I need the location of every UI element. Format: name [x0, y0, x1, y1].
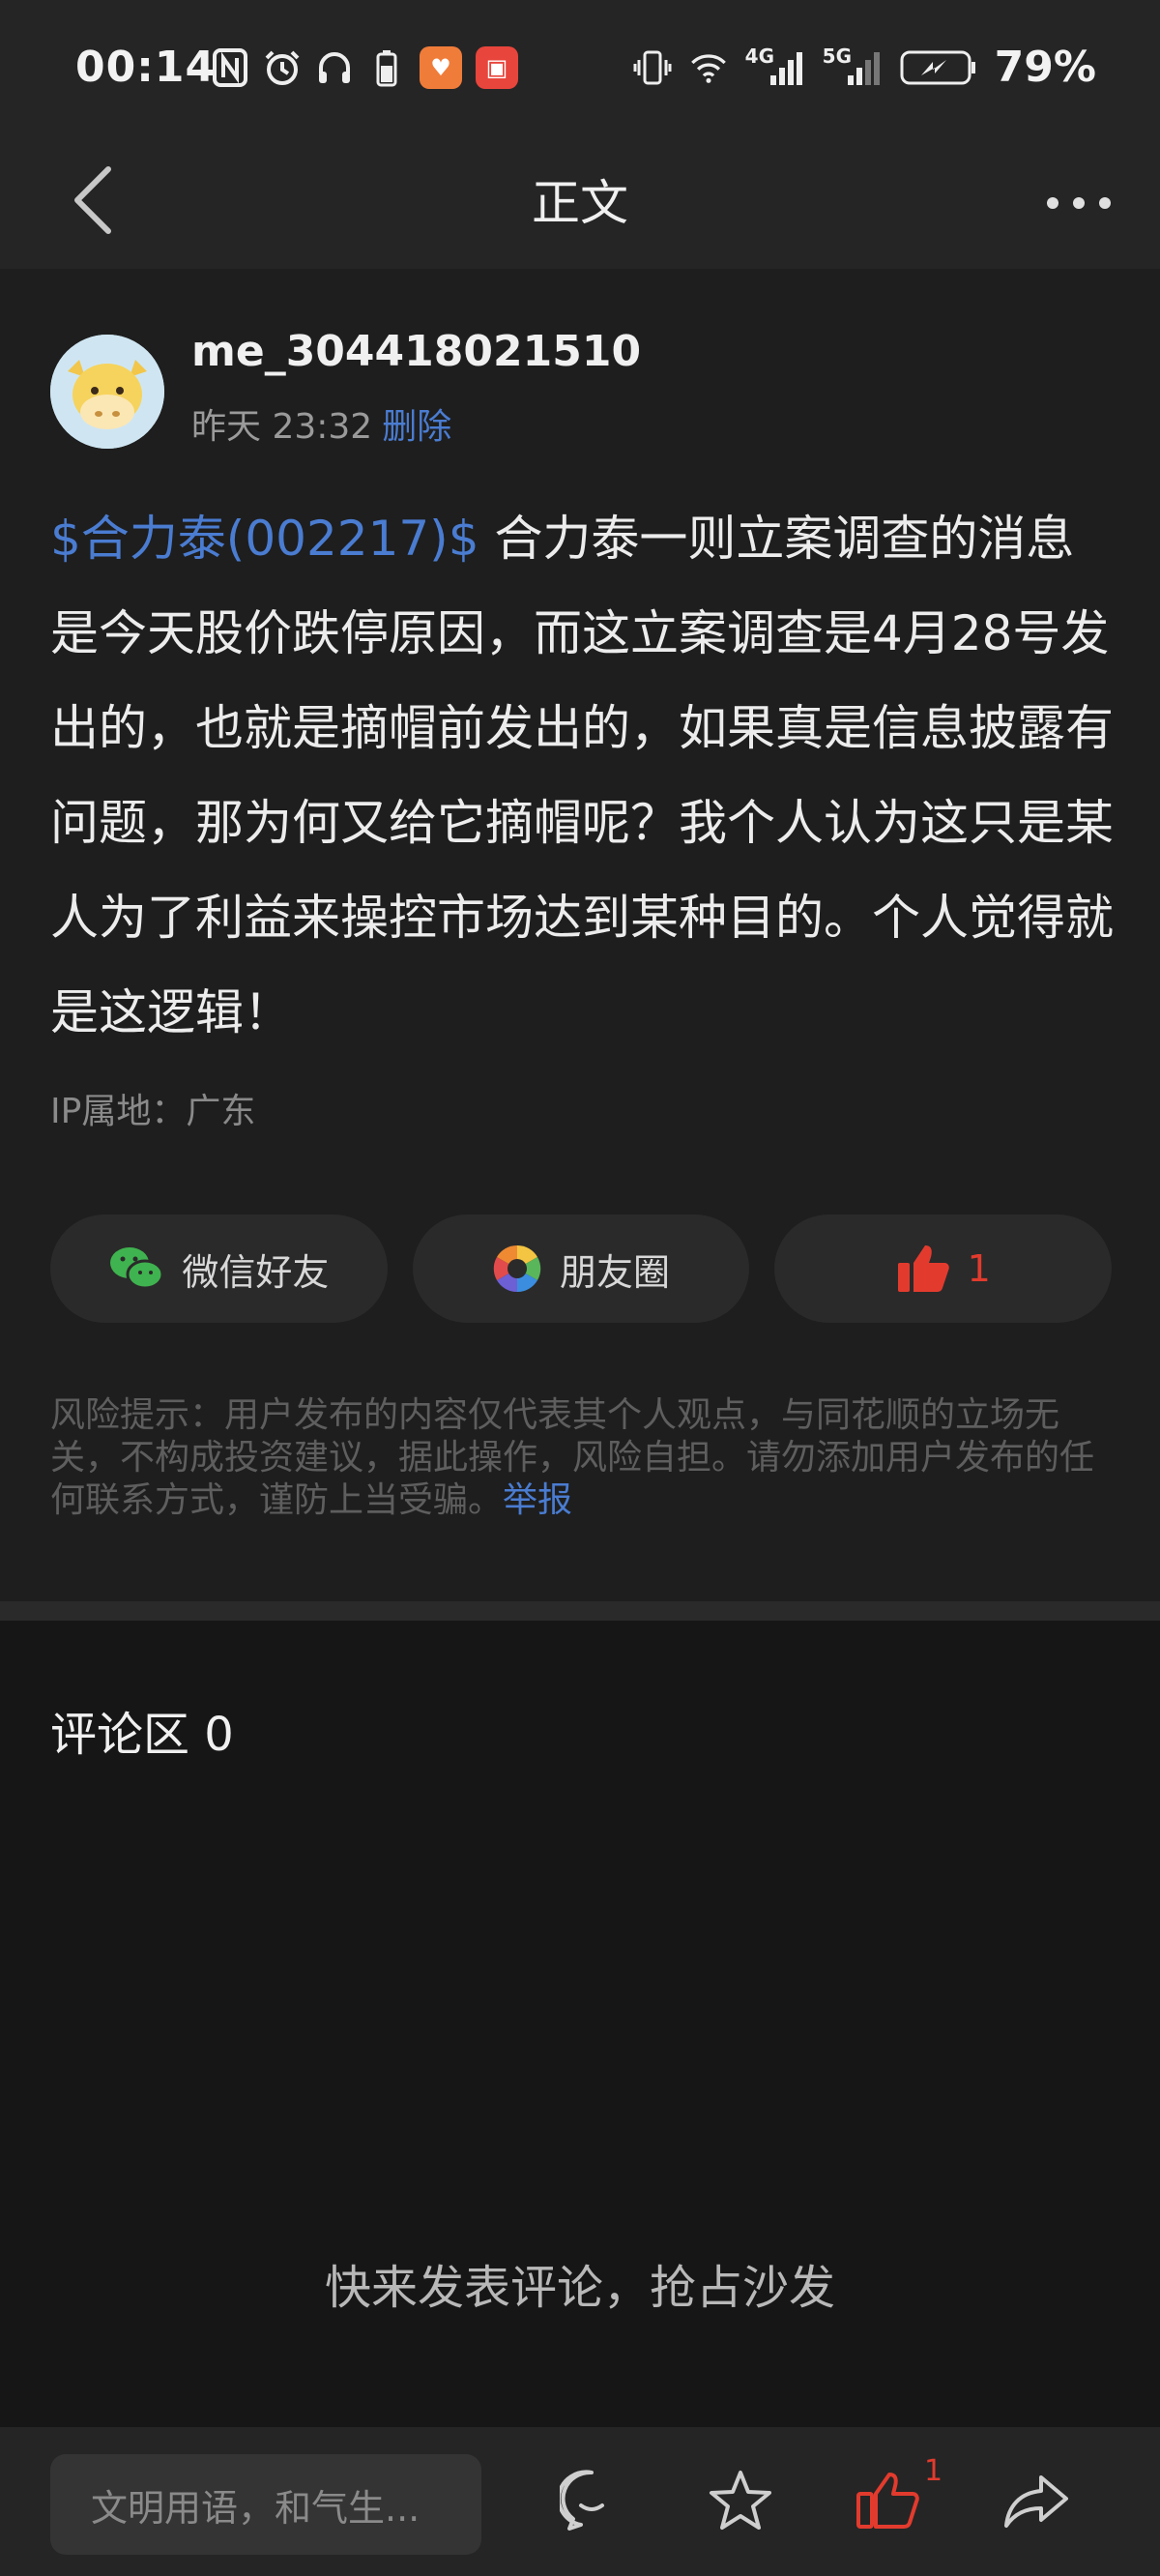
comments-title: 评论区 0	[50, 1708, 234, 1762]
share-arrow-icon	[1004, 2475, 1068, 2528]
share-row: 微信好友 朋友圈 1	[50, 1215, 1113, 1323]
stock-tag-link[interactable]: $合力泰(002217)$	[50, 511, 479, 567]
share-moments-button[interactable]: 朋友圈	[412, 1215, 750, 1323]
bottom-action-bar: 文明用语，和气生... 1	[0, 2427, 1160, 2576]
battery-saver-icon	[367, 48, 406, 87]
status-icons-right: 4G 5G 79%	[633, 43, 1096, 92]
nfc-icon	[211, 48, 249, 87]
moments-icon	[493, 1244, 541, 1293]
share-wechat-button[interactable]: 微信好友	[50, 1215, 388, 1323]
cow-avatar-icon	[50, 335, 164, 449]
alarm-icon	[263, 48, 302, 87]
post-meta: 昨天 23:32 删除	[191, 398, 451, 449]
post-timestamp: 昨天 23:32	[191, 407, 373, 447]
bottom-like-count: 1	[924, 2454, 943, 2488]
favorite-button[interactable]	[702, 2462, 779, 2539]
risk-notice: 风险提示：用户发布的内容仅代表其个人观点，与同花顺的立场无关，不构成投资建议，据…	[50, 1394, 1114, 1522]
star-icon	[710, 2471, 771, 2530]
share-button[interactable]	[998, 2462, 1075, 2539]
app-notification-heart-icon: ♥	[420, 46, 462, 89]
wechat-icon	[110, 1247, 164, 1290]
wifi-icon	[689, 48, 728, 87]
nav-bar: 正文	[0, 135, 1160, 269]
signal-4g-icon: 4G	[745, 44, 805, 87]
more-dots-icon	[1047, 197, 1111, 209]
share-wechat-label: 微信好友	[182, 1250, 330, 1294]
delete-button[interactable]: 删除	[382, 407, 451, 447]
thumbs-up-icon	[897, 1245, 949, 1292]
status-icons-left: ♥ ▣	[211, 46, 518, 89]
headphones-icon	[315, 48, 354, 87]
like-count: 1	[967, 1247, 991, 1290]
like-button[interactable]: 1	[774, 1215, 1113, 1323]
comment-bubble-icon	[560, 2470, 604, 2531]
section-divider	[0, 1601, 1160, 1621]
post-text: 合力泰一则立案调查的消息是今天股价跌停原因，而这立案调查是4月28号发出的，也就…	[50, 511, 1114, 1040]
comment-button[interactable]	[553, 2462, 630, 2539]
signal-5g-icon: 5G	[823, 44, 883, 87]
post-content: $合力泰(002217)$ 合力泰一则立案调查的消息是今天股价跌停原因，而这立案…	[50, 491, 1114, 1060]
avatar[interactable]	[50, 335, 164, 449]
comment-input[interactable]: 文明用语，和气生...	[50, 2454, 481, 2555]
thumbs-up-outline-icon	[856, 2473, 919, 2529]
status-bar: 00:14 ♥ ▣ 4G 5G 79%	[0, 0, 1160, 135]
more-options-button[interactable]	[1040, 174, 1117, 232]
post-card: me_304418021510 昨天 23:32 删除 $合力泰(002217)$…	[0, 269, 1160, 1601]
status-time: 00:14	[75, 43, 217, 92]
report-link[interactable]: 举报	[503, 1480, 572, 1520]
ip-location: IP属地：广东	[50, 1092, 256, 1131]
page-title: 正文	[532, 175, 628, 231]
share-moments-label: 朋友圈	[560, 1250, 671, 1294]
comments-section: 评论区 0 快来发表评论，抢占沙发	[0, 1621, 1160, 2427]
bottom-like-button[interactable]	[849, 2462, 926, 2539]
vibrate-icon	[633, 48, 672, 87]
app-notification-video-icon: ▣	[476, 46, 518, 89]
comments-empty-hint: 快来发表评论，抢占沙发	[324, 2261, 835, 2315]
battery-charging-icon	[900, 48, 977, 87]
battery-percent: 79%	[994, 43, 1096, 92]
username[interactable]: me_304418021510	[191, 327, 641, 376]
